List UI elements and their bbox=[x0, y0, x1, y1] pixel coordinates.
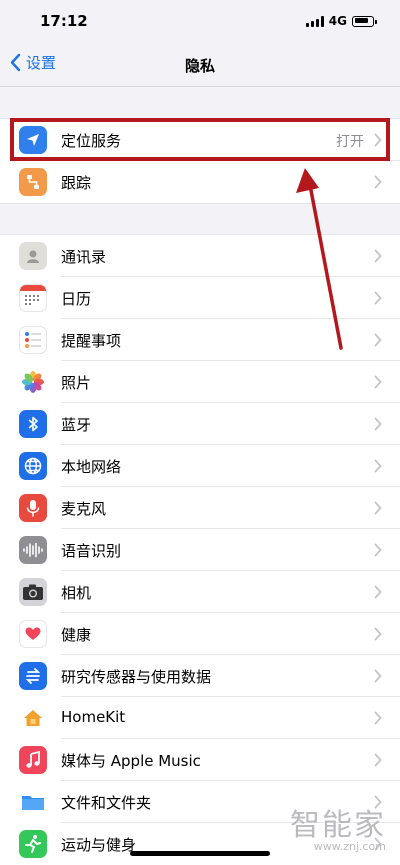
watermark-brand: 智能家 bbox=[290, 808, 386, 843]
annotation-arrow-icon bbox=[296, 168, 343, 350]
home-indicator[interactable] bbox=[130, 851, 270, 856]
watermark: 智能家 www.znj.com bbox=[290, 800, 386, 853]
